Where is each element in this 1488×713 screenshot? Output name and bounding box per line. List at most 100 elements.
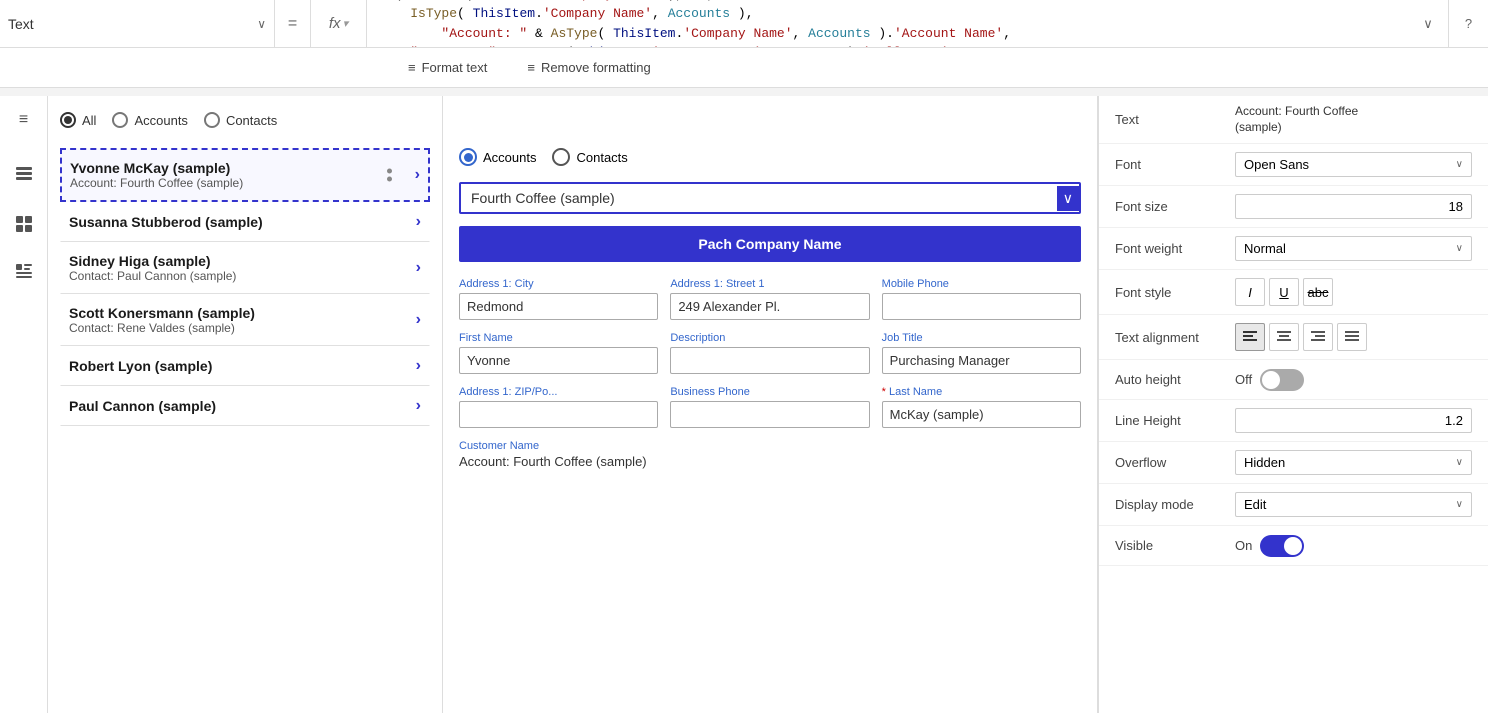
prop-font-weight-row: Font weight Normal ∨ <box>1099 228 1488 270</box>
equals-sign: = <box>275 0 311 47</box>
strikethrough-button[interactable]: abc <box>1303 278 1333 306</box>
remove-formatting-button[interactable]: ≡ Remove formatting <box>519 56 658 79</box>
chevron-right-icon: › <box>416 311 421 329</box>
main-layout: ≡ <box>0 96 1488 713</box>
drag-handle <box>387 169 392 182</box>
contact-item[interactable]: Susanna Stubberod (sample) › <box>60 202 430 242</box>
contact-item[interactable]: Paul Cannon (sample) › <box>60 386 430 426</box>
zip-input[interactable] <box>459 401 658 428</box>
font-weight-dropdown[interactable]: Normal ∨ <box>1235 236 1472 261</box>
fx-button[interactable]: fx ▾ <box>311 0 367 47</box>
visible-toggle-group: On <box>1235 535 1304 557</box>
field-job-title: Job Title <box>882 332 1081 374</box>
remove-formatting-icon: ≡ <box>527 60 535 75</box>
last-name-input[interactable] <box>882 401 1081 428</box>
display-mode-dropdown[interactable]: Edit ∨ <box>1235 492 1472 517</box>
chevron-right-icon: › <box>416 397 421 415</box>
contact-item[interactable]: Robert Lyon (sample) › <box>60 346 430 386</box>
radio-accounts[interactable]: Accounts <box>112 112 187 128</box>
chevron-right-icon: › <box>416 357 421 375</box>
patch-company-name-button[interactable]: Pach Company Name <box>459 226 1081 262</box>
first-name-input[interactable] <box>459 347 658 374</box>
chevron-right-icon: › <box>415 166 420 184</box>
address-city-input[interactable] <box>459 293 658 320</box>
fields-grid: Address 1: City Address 1: Street 1 Mobi… <box>459 278 1081 428</box>
field-address-street: Address 1: Street 1 <box>670 278 869 320</box>
field-zip: Address 1: ZIP/Po... <box>459 386 658 428</box>
address-street-input[interactable] <box>670 293 869 320</box>
sidebar-icon-components[interactable] <box>8 208 40 240</box>
formula-selector-text: Text <box>8 16 257 32</box>
chevron-down-icon: ∨ <box>1456 159 1463 170</box>
format-text-button[interactable]: ≡ Format text <box>400 56 495 79</box>
chevron-down-icon: ∨ <box>257 17 266 31</box>
contact-item[interactable]: Scott Konersmann (sample) Contact: Rene … <box>60 294 430 346</box>
customer-name-section: Customer Name Account: Fourth Coffee (sa… <box>459 440 1081 469</box>
contact-radio-group: All Accounts Contacts <box>60 108 430 132</box>
properties-panel: Text Account: Fourth Coffee(sample) Font… <box>1098 96 1488 713</box>
format-text-icon: ≡ <box>408 60 416 75</box>
contact-item[interactable]: Sidney Higa (sample) Contact: Paul Canno… <box>60 242 430 294</box>
prop-text-row: Text Account: Fourth Coffee(sample) <box>1099 96 1488 144</box>
detail-radio-accounts[interactable]: Accounts <box>459 148 536 166</box>
mobile-phone-input[interactable] <box>882 293 1081 320</box>
prop-text-value: Account: Fourth Coffee(sample) <box>1235 104 1472 135</box>
sidebar-icons: ≡ <box>0 96 48 713</box>
align-right-button[interactable] <box>1303 323 1333 351</box>
field-mobile-phone: Mobile Phone <box>882 278 1081 320</box>
prop-display-mode-label: Display mode <box>1115 497 1235 512</box>
formula-selector[interactable]: Text ∨ <box>0 0 275 47</box>
formula-input[interactable]: If( IsBlank( ThisItem.'Company Name' ), … <box>367 0 1408 47</box>
radio-contacts[interactable]: Contacts <box>204 112 277 128</box>
auto-height-toggle-group: Off <box>1235 369 1304 391</box>
font-size-input[interactable] <box>1235 194 1472 219</box>
field-address-city: Address 1: City <box>459 278 658 320</box>
prop-overflow-label: Overflow <box>1115 455 1235 470</box>
format-text-label: Format text <box>422 60 488 75</box>
line-height-input[interactable] <box>1235 408 1472 433</box>
alignment-buttons <box>1235 323 1367 351</box>
detail-radio-group: Accounts Contacts <box>459 148 1081 166</box>
prop-font-style-row: Font style I U abc <box>1099 270 1488 315</box>
align-center-button[interactable] <box>1269 323 1299 351</box>
prop-visible-label: Visible <box>1115 538 1235 553</box>
chevron-right-icon: › <box>416 259 421 277</box>
italic-button[interactable]: I <box>1235 278 1265 306</box>
description-input[interactable] <box>670 347 869 374</box>
prop-font-size-row: Font size <box>1099 186 1488 228</box>
auto-height-value: Off <box>1235 372 1252 387</box>
detail-radio-contacts[interactable]: Contacts <box>552 148 627 166</box>
help-icon[interactable]: ? <box>1448 0 1488 47</box>
contact-list-panel: All Accounts Contacts Yvonne McKay (samp… <box>48 96 443 713</box>
overflow-dropdown[interactable]: Hidden ∨ <box>1235 450 1472 475</box>
format-bar: ≡ Format text ≡ Remove formatting <box>0 48 1488 88</box>
sidebar-icon-data[interactable] <box>8 256 40 288</box>
contact-item[interactable]: Yvonne McKay (sample) Account: Fourth Co… <box>60 148 430 202</box>
sidebar-icon-layers[interactable] <box>8 160 40 192</box>
chevron-down-icon: ∨ <box>1456 499 1463 510</box>
prop-font-style-label: Font style <box>1115 285 1235 300</box>
expand-icon[interactable]: ∨ <box>1408 0 1448 47</box>
visible-toggle[interactable] <box>1260 535 1304 557</box>
sidebar-icon-menu[interactable]: ≡ <box>8 104 40 136</box>
company-dropdown[interactable]: Fourth Coffee (sample) ∨ <box>459 182 1081 214</box>
prop-overflow-row: Overflow Hidden ∨ <box>1099 442 1488 484</box>
dropdown-arrow-icon: ∨ <box>1057 186 1079 211</box>
chevron-down-icon: ∨ <box>1456 457 1463 468</box>
prop-display-mode-row: Display mode Edit ∨ <box>1099 484 1488 526</box>
prop-auto-height-row: Auto height Off <box>1099 360 1488 400</box>
radio-all[interactable]: All <box>60 112 96 128</box>
job-title-input[interactable] <box>882 347 1081 374</box>
underline-button[interactable]: U <box>1269 278 1299 306</box>
prop-font-size-label: Font size <box>1115 199 1235 214</box>
align-left-button[interactable] <box>1235 323 1265 351</box>
prop-text-label: Text <box>1115 112 1235 127</box>
auto-height-toggle[interactable] <box>1260 369 1304 391</box>
business-phone-input[interactable] <box>670 401 869 428</box>
font-dropdown[interactable]: Open Sans ∨ <box>1235 152 1472 177</box>
prop-text-align-label: Text alignment <box>1115 330 1235 345</box>
prop-auto-height-label: Auto height <box>1115 372 1235 387</box>
visible-value: On <box>1235 538 1252 553</box>
align-justify-button[interactable] <box>1337 323 1367 351</box>
field-first-name: First Name <box>459 332 658 374</box>
